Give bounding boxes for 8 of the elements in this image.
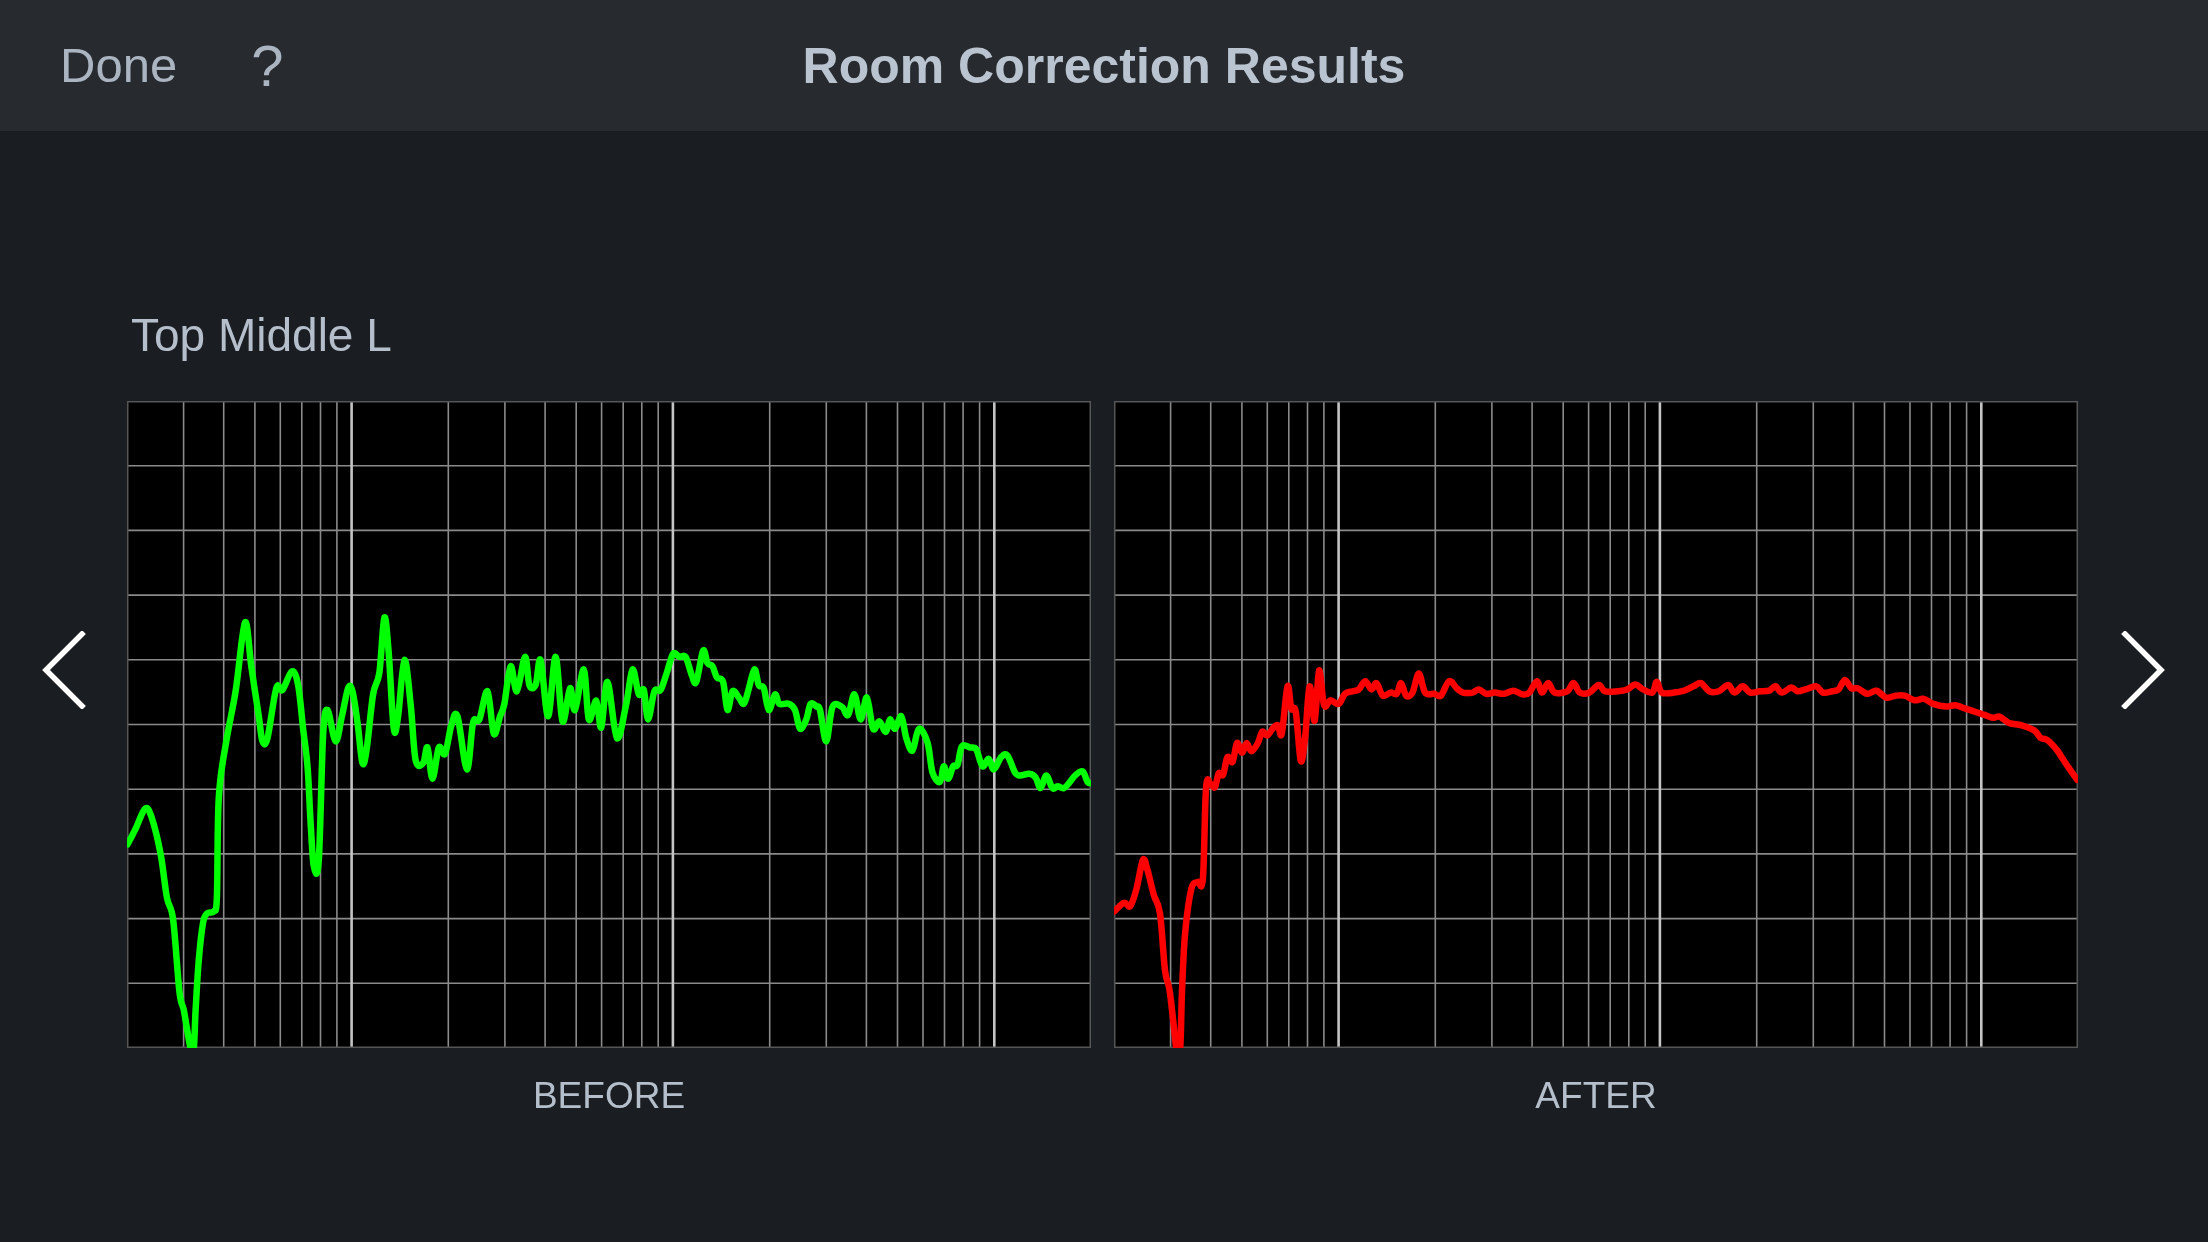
done-button[interactable]: Done <box>60 37 178 94</box>
graph-caption: BEFORE <box>532 1074 686 1119</box>
help-button[interactable]: ? <box>251 33 284 98</box>
graph-caption: AFTER <box>1535 1074 1657 1119</box>
speaker-name: Top Middle L <box>131 308 392 363</box>
chevron-left-icon <box>41 631 86 710</box>
screen-title: Room Correction Results <box>802 36 1406 96</box>
chevron-right-icon <box>2121 631 2165 710</box>
